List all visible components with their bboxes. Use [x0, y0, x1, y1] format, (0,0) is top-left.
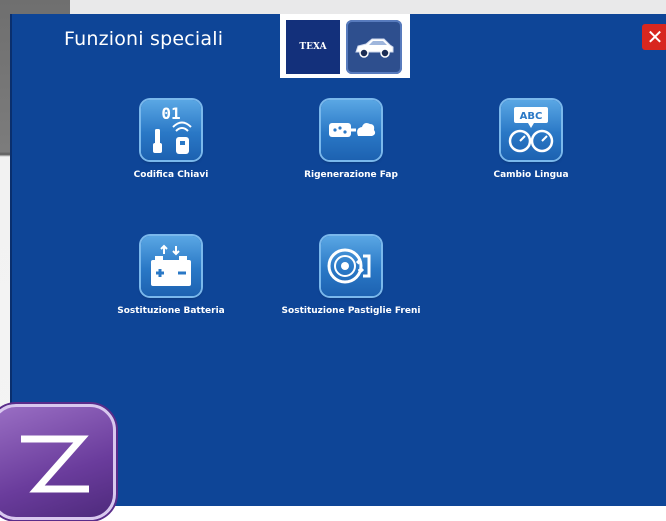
- function-label: Rigenerazione Fap: [304, 170, 398, 180]
- key-coding-icon: 01: [141, 100, 201, 160]
- function-cambio-lingua[interactable]: ABC Cambio Lingua: [436, 100, 626, 180]
- z-logo-icon: [21, 435, 89, 493]
- function-label: Cambio Lingua: [493, 170, 569, 180]
- brand-logo-area: TEXA: [280, 14, 410, 78]
- function-label: Sostituzione Pastiglie Freni: [281, 306, 421, 316]
- battery-replacement-icon: [141, 236, 201, 296]
- vehicle-icon[interactable]: [346, 20, 402, 74]
- dpf-regeneration-icon: [321, 100, 381, 160]
- close-button[interactable]: ✕: [642, 24, 666, 50]
- texa-logo: TEXA: [286, 20, 340, 74]
- function-label: Sostituzione Batteria: [117, 306, 225, 316]
- function-sostituzione-batteria[interactable]: Sostituzione Batteria: [76, 236, 266, 316]
- app-logo: [0, 404, 116, 520]
- brake-pads-icon: [321, 236, 381, 296]
- function-codifica-chiavi[interactable]: 01 Codifica Chiavi: [76, 100, 266, 180]
- close-icon: ✕: [646, 25, 664, 49]
- abc-text: ABC: [520, 111, 543, 122]
- language-change-icon: ABC: [501, 100, 561, 160]
- key-code-text: 01: [161, 104, 180, 123]
- dialog-title: Funzioni speciali: [64, 28, 224, 50]
- function-label: Codifica Chiavi: [133, 170, 209, 180]
- function-rigenerazione-fap[interactable]: Rigenerazione Fap: [256, 100, 446, 180]
- function-sostituzione-pastiglie-freni[interactable]: Sostituzione Pastiglie Freni: [256, 236, 446, 316]
